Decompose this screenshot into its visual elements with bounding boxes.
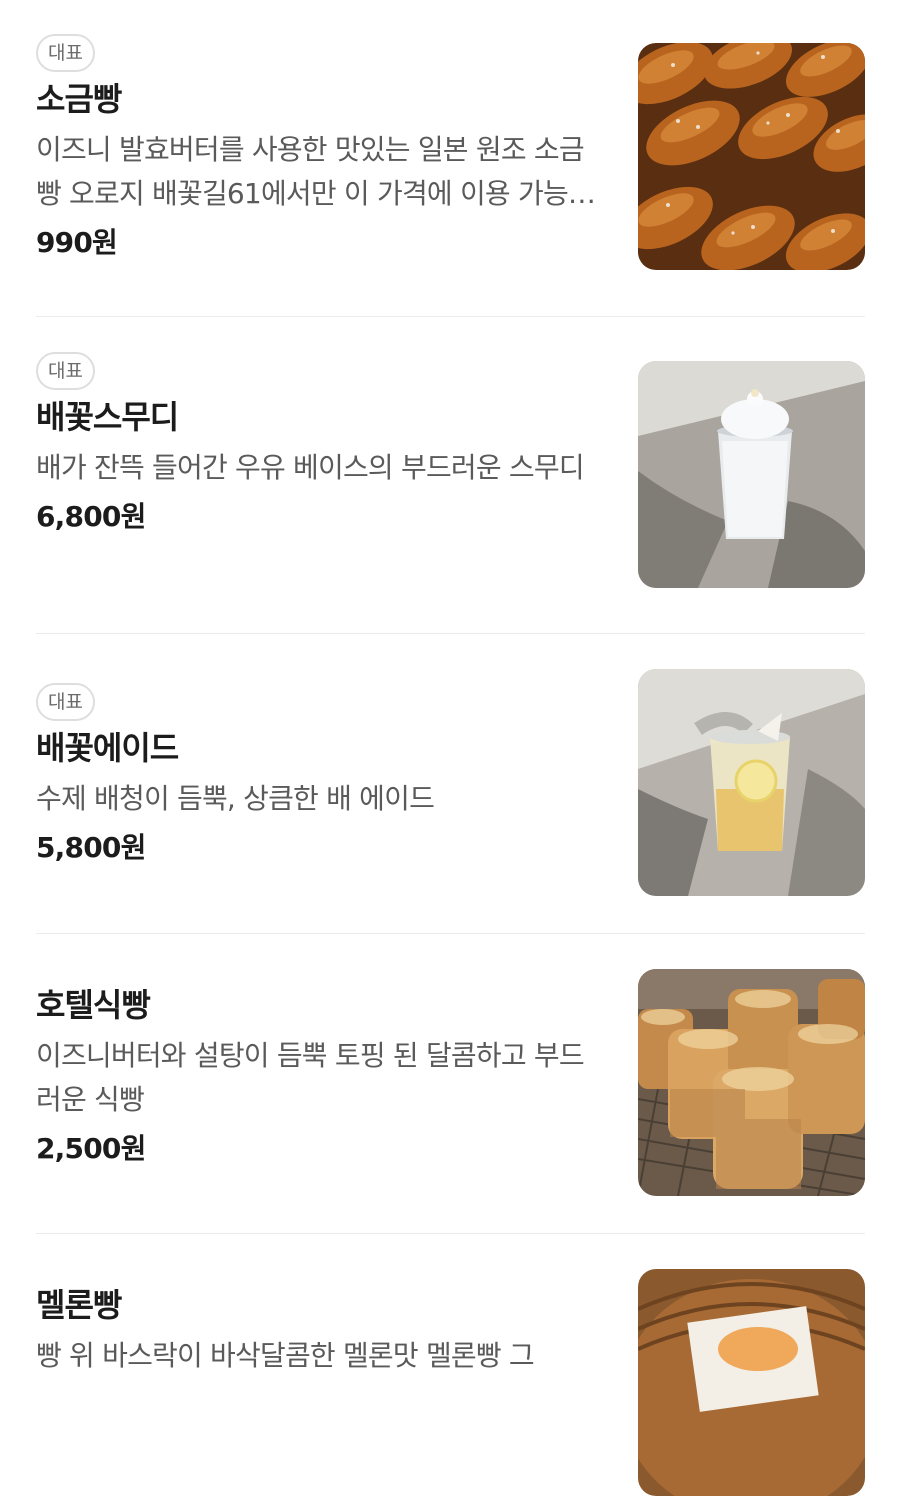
salt-bread-photo xyxy=(638,43,865,270)
item-description: 이즈니버터와 설탕이 듬뿍 토핑 된 달콤하고 부드러운 식빵 xyxy=(36,1039,585,1116)
item-description: 배가 잔뜩 들어간 우유 베이스의 부드러운 스무디 xyxy=(36,451,585,484)
signature-badge: 대표 xyxy=(36,34,95,72)
pear-ade-photo xyxy=(638,669,865,896)
item-description: 수제 배청이 듬뿍, 상큼한 배 에이드 xyxy=(36,782,435,815)
item-name: 배꽃스무디 xyxy=(36,398,179,436)
menu-list: 대표 소금빵 이즈니 발효버터를 사용한 맛있는 일본 원조 소금빵 오로지 배… xyxy=(36,0,865,1496)
item-description: 이즈니 발효버터를 사용한 맛있는 일본 원조 소금빵 오로지 배꽃길61에서만… xyxy=(36,133,594,210)
item-name: 멜론빵 xyxy=(36,1286,122,1324)
menu-item-hotel-bread[interactable]: 호텔식빵 이즈니버터와 설탕이 듬뿍 토핑 된 달콤하고 부드러운 식빵 2,5… xyxy=(36,934,865,1234)
item-name: 호텔식빵 xyxy=(36,986,151,1024)
pear-smoothie-photo xyxy=(638,361,865,588)
item-price: 6,800원 xyxy=(36,500,146,533)
item-description: 빵 위 바스락이 바삭달콤한 멜론맛 멜론빵 그 xyxy=(36,1339,535,1372)
hotel-bread-photo xyxy=(638,969,865,1196)
item-price: 990원 xyxy=(36,226,118,259)
signature-badge: 대표 xyxy=(36,683,95,721)
signature-badge: 대표 xyxy=(36,352,95,390)
melon-bread-photo xyxy=(638,1269,865,1496)
menu-item-melon-bread[interactable]: 멜론빵 빵 위 바스락이 바삭달콤한 멜론맛 멜론빵 그 xyxy=(36,1234,865,1496)
item-name: 배꽃에이드 xyxy=(36,729,179,767)
item-price: 5,800원 xyxy=(36,831,146,864)
item-price: 2,500원 xyxy=(36,1132,146,1165)
item-name: 소금빵 xyxy=(36,80,122,118)
menu-item-pear-ade[interactable]: 대표 배꽃에이드 수제 배청이 듬뿍, 상큼한 배 에이드 5,800원 xyxy=(36,634,865,934)
menu-item-pear-smoothie[interactable]: 대표 배꽃스무디 배가 잔뜩 들어간 우유 베이스의 부드러운 스무디 6,80… xyxy=(36,317,865,634)
menu-item-salt-bread[interactable]: 대표 소금빵 이즈니 발효버터를 사용한 맛있는 일본 원조 소금빵 오로지 배… xyxy=(36,0,865,317)
